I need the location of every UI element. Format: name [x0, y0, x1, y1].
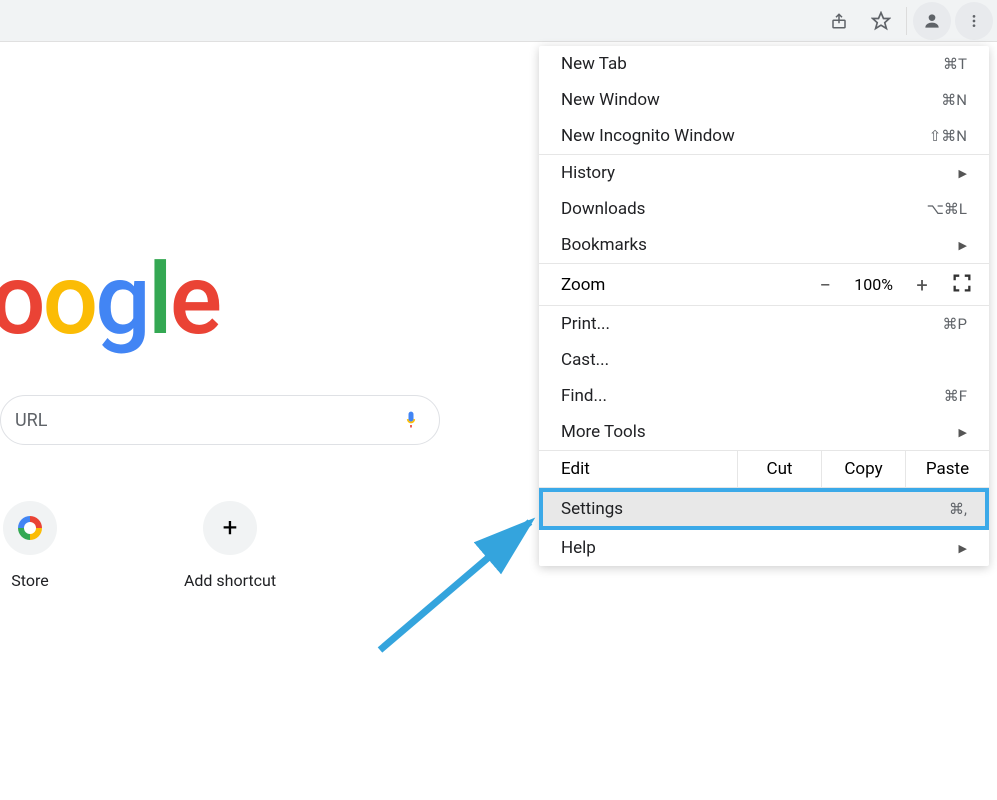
- menu-find[interactable]: Find... ⌘F: [539, 378, 989, 414]
- menu-downloads[interactable]: Downloads ⌥⌘L: [539, 191, 989, 227]
- search-placeholder: URL: [15, 410, 391, 431]
- menu-help[interactable]: Help ▶: [539, 530, 989, 566]
- menu-shortcut: ⌘F: [944, 387, 967, 405]
- menu-shortcut: ⌘N: [941, 91, 967, 109]
- menu-item-label: New Window: [561, 90, 660, 110]
- fullscreen-icon[interactable]: [951, 272, 973, 298]
- profile-icon[interactable]: [913, 2, 951, 40]
- chevron-right-icon: ▶: [959, 542, 967, 555]
- menu-item-label: Cast...: [561, 350, 609, 370]
- menu-zoom: Zoom − 100% +: [539, 264, 989, 306]
- menu-item-label: Downloads: [561, 199, 645, 219]
- mic-icon[interactable]: [401, 406, 421, 434]
- webstore-icon: [3, 501, 57, 555]
- bookmark-star-icon[interactable]: [862, 2, 900, 40]
- shortcut-add[interactable]: + Add shortcut: [170, 501, 290, 590]
- menu-item-label: Help: [561, 538, 596, 558]
- menu-shortcut: ⌘P: [943, 315, 967, 333]
- menu-item-label: Bookmarks: [561, 235, 647, 255]
- zoom-label: Zoom: [539, 275, 816, 295]
- menu-item-label: New Incognito Window: [561, 126, 735, 146]
- menu-print[interactable]: Print... ⌘P: [539, 306, 989, 342]
- google-logo: oogle: [0, 242, 219, 357]
- chevron-right-icon: ▶: [959, 426, 967, 439]
- zoom-out-button[interactable]: −: [816, 273, 834, 297]
- menu-shortcut: ⌘,: [949, 500, 967, 518]
- copy-button[interactable]: Copy: [821, 451, 905, 487]
- menu-item-label: Settings: [561, 499, 623, 519]
- menu-shortcut: ⌘T: [943, 55, 967, 73]
- shortcuts-row: Store + Add shortcut: [0, 501, 290, 590]
- menu-item-label: Find...: [561, 386, 607, 406]
- new-tab-content: oogle URL Store + Add shortcut: [0, 42, 540, 590]
- chevron-right-icon: ▶: [959, 239, 967, 252]
- menu-shortcut: ⌥⌘L: [927, 200, 967, 218]
- menu-cast[interactable]: Cast...: [539, 342, 989, 378]
- more-icon[interactable]: [955, 2, 993, 40]
- menu-item-label: Print...: [561, 314, 610, 334]
- chevron-right-icon: ▶: [959, 167, 967, 180]
- shortcut-label: Store: [11, 571, 48, 590]
- menu-incognito[interactable]: New Incognito Window ⇧⌘N: [539, 118, 989, 154]
- paste-button[interactable]: Paste: [905, 451, 989, 487]
- zoom-value: 100%: [854, 275, 893, 294]
- share-icon[interactable]: [820, 2, 858, 40]
- menu-new-tab[interactable]: New Tab ⌘T: [539, 46, 989, 82]
- browser-toolbar: [0, 0, 997, 42]
- menu-item-label: New Tab: [561, 54, 627, 74]
- toolbar-separator: [906, 7, 907, 35]
- menu-edit-row: Edit Cut Copy Paste: [539, 450, 989, 488]
- menu-bookmarks[interactable]: Bookmarks ▶: [539, 227, 989, 263]
- plus-icon: +: [203, 501, 257, 555]
- edit-label: Edit: [539, 451, 737, 487]
- shortcut-web-store[interactable]: Store: [0, 501, 90, 590]
- search-bar[interactable]: URL: [0, 395, 440, 445]
- menu-item-label: History: [561, 163, 615, 183]
- menu-item-label: More Tools: [561, 422, 646, 442]
- menu-new-window[interactable]: New Window ⌘N: [539, 82, 989, 118]
- chrome-menu: New Tab ⌘T New Window ⌘N New Incognito W…: [539, 46, 989, 566]
- menu-more-tools[interactable]: More Tools ▶: [539, 414, 989, 450]
- shortcut-label: Add shortcut: [184, 571, 276, 590]
- menu-history[interactable]: History ▶: [539, 155, 989, 191]
- cut-button[interactable]: Cut: [737, 451, 821, 487]
- zoom-in-button[interactable]: +: [913, 273, 931, 297]
- menu-settings[interactable]: Settings ⌘,: [539, 488, 989, 530]
- menu-shortcut: ⇧⌘N: [929, 127, 967, 145]
